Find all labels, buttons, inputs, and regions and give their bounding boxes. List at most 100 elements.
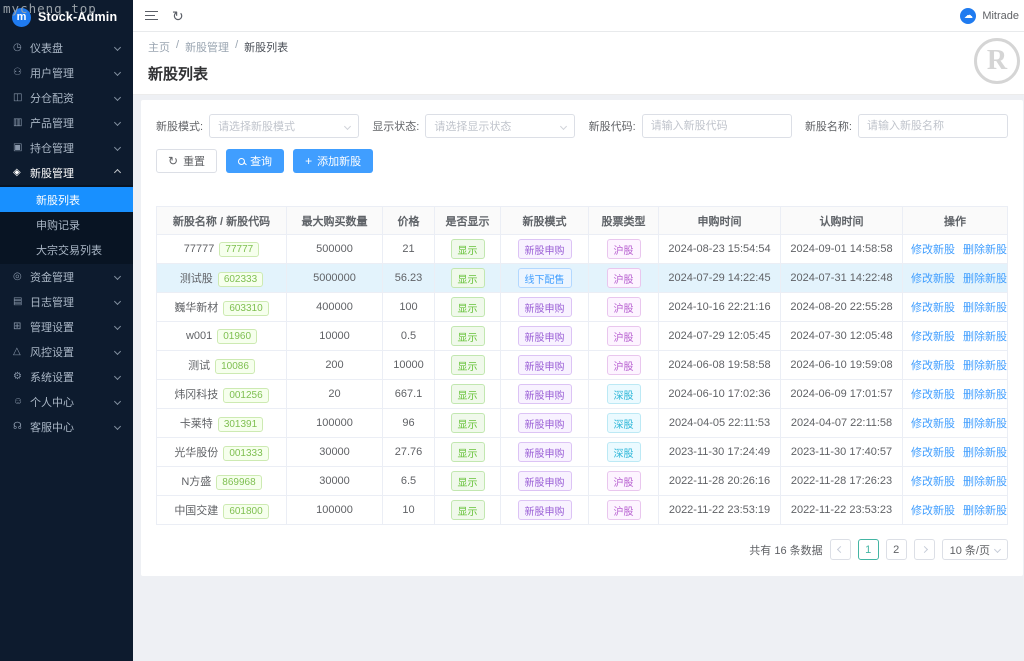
sidebar-item-label: 仪表盘	[30, 42, 63, 55]
delete-stock-link[interactable]: 删除新股	[963, 360, 1007, 372]
max-buy-cell: 10000	[286, 321, 383, 351]
sidebar-item-risk-settings[interactable]: △ 风控设置	[0, 339, 133, 364]
edit-stock-link[interactable]: 修改新股	[911, 418, 955, 430]
sidebar-subitem-block-trade-list[interactable]: 大宗交易列表	[0, 237, 133, 262]
stock-type-cell: 沪股	[588, 234, 659, 264]
chevron-down-icon	[113, 372, 122, 381]
sidebar-item-allocation[interactable]: ◫ 分仓配资	[0, 85, 133, 110]
user-menu[interactable]: ☁ Mitrade	[960, 7, 1019, 24]
delete-stock-link[interactable]: 删除新股	[963, 447, 1007, 459]
sidebar-item-dashboard[interactable]: ◷ 仪表盘	[0, 35, 133, 60]
new-stock-icon: ◈	[13, 167, 21, 178]
breadcrumb-new-stock-mgmt[interactable]: 新股管理	[185, 39, 229, 55]
name-input[interactable]	[858, 114, 1008, 138]
page-button-1[interactable]: 1	[857, 539, 879, 560]
delete-stock-link[interactable]: 删除新股	[963, 244, 1007, 256]
edit-stock-link[interactable]: 修改新股	[911, 302, 955, 314]
price-cell: 6.5	[382, 466, 435, 496]
sidebar-item-system-settings[interactable]: ⚙ 系统设置	[0, 364, 133, 389]
table-row: 炜冈科技 001256 20 667.1 显示 新股申购 深股 2024-06-10 17:0…	[156, 379, 1008, 409]
next-page-button[interactable]	[913, 539, 935, 560]
subscribe-time-cell: 2024-06-09 17:01:57	[780, 379, 903, 409]
edit-stock-link[interactable]: 修改新股	[911, 273, 955, 285]
refresh-icon[interactable]: ↻	[172, 9, 184, 23]
stock-name: N方盛	[181, 475, 212, 488]
mode-badge: 新股申购	[517, 297, 572, 317]
logs-icon: ▤	[13, 296, 23, 307]
delete-stock-link[interactable]: 删除新股	[963, 418, 1007, 430]
search-button[interactable]: 查询	[226, 149, 285, 173]
apply-time-cell: 2022-11-22 23:53:19	[658, 495, 781, 525]
stock-name-cell: 炜冈科技 001256	[156, 379, 287, 409]
visible-badge: 显示	[450, 471, 485, 491]
edit-stock-link[interactable]: 修改新股	[911, 505, 955, 517]
sidebar-item-support[interactable]: ☊ 客服中心	[0, 414, 133, 439]
registered-trademark-watermark: R	[974, 38, 1020, 84]
delete-stock-link[interactable]: 删除新股	[963, 302, 1007, 314]
sidebar-item-products[interactable]: ▥ 产品管理	[0, 110, 133, 135]
new-stock-table: 新股名称 / 新股代码 最大购买数量 价格 是否显示 新股模式 股票类型 申购时间 认购时间操…	[156, 206, 1008, 525]
stock-name: 卡莱特	[179, 417, 213, 430]
delete-stock-link[interactable]: 删除新股	[963, 273, 1007, 285]
max-buy-cell: 200	[286, 350, 383, 380]
edit-stock-link[interactable]: 修改新股	[911, 389, 955, 401]
filter-name-label: 新股名称:	[804, 121, 852, 133]
edit-stock-link[interactable]: 修改新股	[911, 447, 955, 459]
reset-button[interactable]: ↻ 重置	[156, 149, 218, 173]
stock-type-badge: 沪股	[606, 326, 641, 346]
mode-select[interactable]: 请选择新股模式	[209, 114, 360, 138]
mode-badge: 新股申购	[517, 442, 572, 462]
delete-stock-link[interactable]: 删除新股	[963, 476, 1007, 488]
actions-cell: 修改新股 删除新股	[902, 321, 1008, 351]
action-bar: ↻ 重置 查询 + 添加新股	[156, 149, 1008, 173]
column-header: 新股模式	[500, 206, 589, 235]
status-select-placeholder: 请选择显示状态	[434, 121, 512, 133]
delete-stock-link[interactable]: 删除新股	[963, 331, 1007, 343]
apply-time-cell: 2024-04-05 22:11:53	[658, 408, 781, 438]
sidebar-item-new-stock[interactable]: ◈ 新股管理	[0, 160, 133, 185]
add-new-stock-button[interactable]: + 添加新股	[293, 149, 374, 173]
sidebar-item-label: 产品管理	[30, 117, 74, 130]
mode-cell: 新股申购	[500, 437, 589, 467]
page-button-2[interactable]: 2	[885, 539, 907, 560]
delete-stock-link[interactable]: 删除新股	[963, 505, 1007, 517]
price-cell: 56.23	[382, 263, 435, 293]
sidebar-item-funds[interactable]: ◎ 资金管理	[0, 264, 133, 289]
edit-stock-link[interactable]: 修改新股	[911, 331, 955, 343]
breadcrumb-separator: /	[176, 39, 180, 51]
visible-cell: 显示	[434, 379, 501, 409]
edit-stock-link[interactable]: 修改新股	[911, 244, 955, 256]
prev-page-button[interactable]	[829, 539, 851, 560]
edit-stock-link[interactable]: 修改新股	[911, 476, 955, 488]
actions-cell: 修改新股 删除新股	[902, 379, 1008, 409]
sidebar-item-profile[interactable]: ☺ 个人中心	[0, 389, 133, 414]
sidebar-item-positions[interactable]: ▣ 持仓管理	[0, 135, 133, 160]
stock-code-tag: 10086	[215, 358, 255, 374]
sidebar-item-label: 客服中心	[30, 421, 74, 434]
code-input[interactable]	[641, 114, 792, 138]
chevron-down-icon	[993, 545, 1002, 554]
sidebar-item-admin-settings[interactable]: ⊞ 管理设置	[0, 314, 133, 339]
stock-type-cell: 深股	[588, 379, 659, 409]
sidebar-item-users[interactable]: ⚇ 用户管理	[0, 60, 133, 85]
sidebar-subitem-subscribe-records[interactable]: 申购记录	[0, 212, 133, 237]
collapse-menu-icon[interactable]	[145, 11, 158, 20]
breadcrumb-current: 新股列表	[244, 42, 289, 54]
breadcrumb-home[interactable]: 主页	[148, 39, 170, 55]
table-row: 测试 10086 200 10000 显示 新股申购 沪股 2024-06-08 19:58:…	[156, 350, 1008, 380]
support-icon: ☊	[13, 421, 22, 432]
delete-stock-link[interactable]: 删除新股	[963, 389, 1007, 401]
edit-stock-link[interactable]: 修改新股	[911, 360, 955, 372]
sidebar-item-label: 新股管理	[30, 167, 74, 180]
page-size-select[interactable]: 10 条/页	[941, 539, 1008, 560]
chevron-down-icon	[113, 397, 122, 406]
sidebar-subitem-new-stock-list[interactable]: 新股列表	[0, 187, 133, 212]
stock-type-badge: 沪股	[606, 239, 641, 259]
stock-type-badge: 沪股	[606, 297, 641, 317]
status-select[interactable]: 请选择显示状态	[425, 114, 576, 138]
max-buy-cell: 500000	[286, 234, 383, 264]
table-row: 77777 77777 500000 21 显示 新股申购 沪股 2024-08-23 15:…	[156, 234, 1008, 264]
sidebar-item-logs[interactable]: ▤ 日志管理	[0, 289, 133, 314]
apply-time-cell: 2024-08-23 15:54:54	[658, 234, 781, 264]
table-header-row: 新股名称 / 新股代码 最大购买数量 价格 是否显示 新股模式 股票类型 申购时间 认购时间操…	[156, 206, 1008, 235]
